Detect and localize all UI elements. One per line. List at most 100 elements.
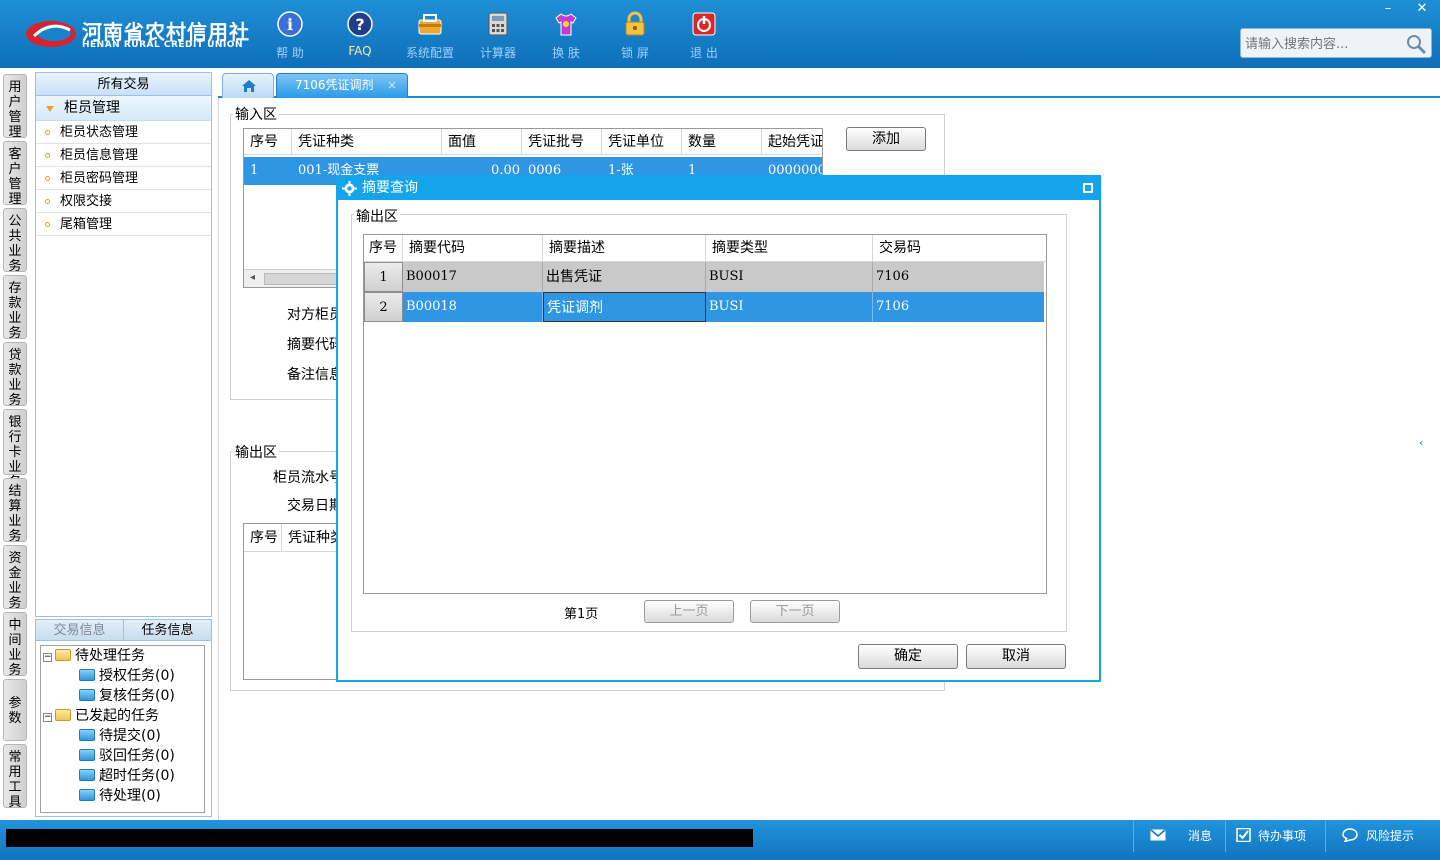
tab-trade-info[interactable]: 交易信息 [36,620,124,640]
tree-node-pending[interactable]: − 待处理任务 [43,646,145,666]
vtab-fund-business[interactable]: 资金业务 [3,545,27,611]
todo-button[interactable]: 待办事项 [1225,820,1325,852]
tab-voucher-adjustment[interactable]: 7106凭证调剂 × [276,73,408,98]
column-header: 交易码 [879,240,921,256]
logo-emblem-icon [26,21,76,47]
search-box [1240,28,1432,58]
next-page-button[interactable]: 下一页 [750,600,840,623]
ok-button[interactable]: 确定 [858,644,958,669]
folder-icon [79,769,95,781]
nav-item-teller-info[interactable]: 柜员信息管理 [36,144,211,167]
shirt-icon [552,10,580,38]
tree-node-timeout[interactable]: 超时任务(0) [79,766,175,786]
app-header: 河南省农村信用社 HENAN RURAL CREDIT UNION i 帮 助 … [0,0,1440,68]
tree-node-label: 待处理(0) [99,788,161,804]
messages-button[interactable]: 消息 [1133,820,1225,852]
calculator-button[interactable]: 计算器 [468,8,528,62]
dialog-output-legend: 输出区 [354,206,400,226]
column-header: 凭证单位 [602,129,682,155]
table-row[interactable]: 1 B00017 出售凭证 BUSI 7106 [364,262,1044,292]
vtab-parameters[interactable]: 参数 [3,679,27,741]
nav-item-teller-status[interactable]: 柜员状态管理 [36,121,211,144]
vtab-bank-card-business[interactable]: 银行卡业务 [3,409,27,490]
nav-item-teller-password[interactable]: 柜员密码管理 [36,167,211,190]
status-message-bar [6,829,753,847]
task-panel-tabs: 交易信息 任务信息 [36,620,211,641]
column-header: 面值 [442,129,522,155]
vtab-label: 参数 [8,696,22,726]
tree-node-auth-tasks[interactable]: 授权任务(0) [79,666,175,686]
summary-code-label: 摘要代码 [287,337,343,353]
column-header: 数量 [682,129,762,155]
svg-text:i: i [287,15,293,34]
vtab-public-business[interactable]: 公共业务 [3,208,27,274]
faq-label: FAQ [348,44,372,58]
cancel-button[interactable]: 取消 [966,644,1066,669]
collapse-icon[interactable]: − [43,653,52,662]
power-icon [690,10,718,38]
right-panel-handle[interactable]: ‹ [1419,424,1427,464]
dialog-title-bar[interactable]: 摘要查询 [338,177,1099,200]
maximize-icon[interactable] [1083,183,1093,193]
collapse-icon[interactable]: − [43,713,52,722]
table-cell: 7106 [876,299,910,314]
tab-close-icon[interactable]: × [387,74,397,97]
tree-node-initiated[interactable]: − 已发起的任务 [43,706,159,726]
folder-icon [55,709,71,721]
dialog-title: 摘要查询 [362,180,418,196]
scrollbar-thumb[interactable] [264,273,344,285]
system-config-label: 系统配置 [405,46,454,60]
tab-task-info[interactable]: 任务信息 [124,620,211,640]
table-row[interactable]: 2 B00018 凭证调剂 BUSI 7106 [364,292,1044,322]
chat-bubble-icon [1342,828,1358,842]
system-config-button[interactable]: 系统配置 [400,8,460,62]
scroll-left-icon[interactable]: ◂ [250,272,255,283]
change-skin-button[interactable]: 换 肤 [536,8,596,62]
vtab-common-tools[interactable]: 常用工具 [3,744,27,810]
input-area-legend: 输入区 [233,104,279,124]
nav-group-teller-management[interactable]: 柜员管理 [36,96,211,121]
vtab-label: 常用工具 [8,750,22,810]
window-close-button[interactable]: ✕ [1406,0,1438,18]
lock-screen-button[interactable]: 锁 屏 [605,8,665,62]
table-cell: 7106 [876,269,910,284]
vtab-label: 存款业务 [8,281,22,341]
remark-label: 备注信息 [287,367,343,383]
column-header: 序号 [244,524,282,552]
nav-item-label: 柜员状态管理 [60,125,139,140]
faq-button[interactable]: ? FAQ [330,8,390,62]
vtab-user-management[interactable]: 用户管理 [3,74,27,140]
business-category-tabs: 用户管理 客户管理 公共业务 存款业务 贷款业务 银行卡业务 结算业务 资金业务… [0,68,30,820]
tree-node-to-handle[interactable]: 待处理(0) [79,786,161,806]
tab-home[interactable] [222,73,274,98]
add-button[interactable]: 添加 [846,127,926,151]
nav-header[interactable]: 所有交易 [36,73,211,96]
vtab-customer-management[interactable]: 客户管理 [3,141,27,207]
vtab-loan-business[interactable]: 贷款业务 [3,342,27,408]
search-input[interactable] [1245,34,1405,54]
tab-label: 7106凭证调剂 [295,78,374,92]
vtab-settlement-business[interactable]: 结算业务 [3,478,27,544]
chevron-left-icon[interactable]: ‹ [1419,436,1423,449]
tree-node-rejected[interactable]: 驳回任务(0) [79,746,175,766]
table-cell-selected: 凭证调剂 [543,292,706,322]
risk-alert-button[interactable]: 风险提示 [1325,820,1440,852]
tree-node-to-submit[interactable]: 待提交(0) [79,726,161,746]
minimize-button[interactable]: – [1372,0,1404,18]
vtab-intermediary-business[interactable]: 中间业务 [3,612,27,678]
exit-button[interactable]: 退 出 [674,8,734,62]
nav-item-cash-box[interactable]: 尾箱管理 [36,213,211,236]
help-button[interactable]: i 帮 助 [260,8,320,62]
row-number: 1 [364,262,403,292]
column-header: 序号 [244,129,292,155]
tree-node-review-tasks[interactable]: 复核任务(0) [79,686,175,706]
messages-label: 消息 [1188,829,1213,843]
nav-item-permission-handover[interactable]: 权限交接 [36,190,211,213]
search-icon[interactable] [1405,33,1427,55]
folder-icon [79,789,95,801]
prev-page-button[interactable]: 上一页 [644,600,734,623]
counterpart-teller-label: 对方柜员 [287,307,343,323]
vtab-deposit-business[interactable]: 存款业务 [3,275,27,341]
tree-node-label: 待处理任务 [75,648,145,664]
table-cell: BUSI [706,262,873,292]
